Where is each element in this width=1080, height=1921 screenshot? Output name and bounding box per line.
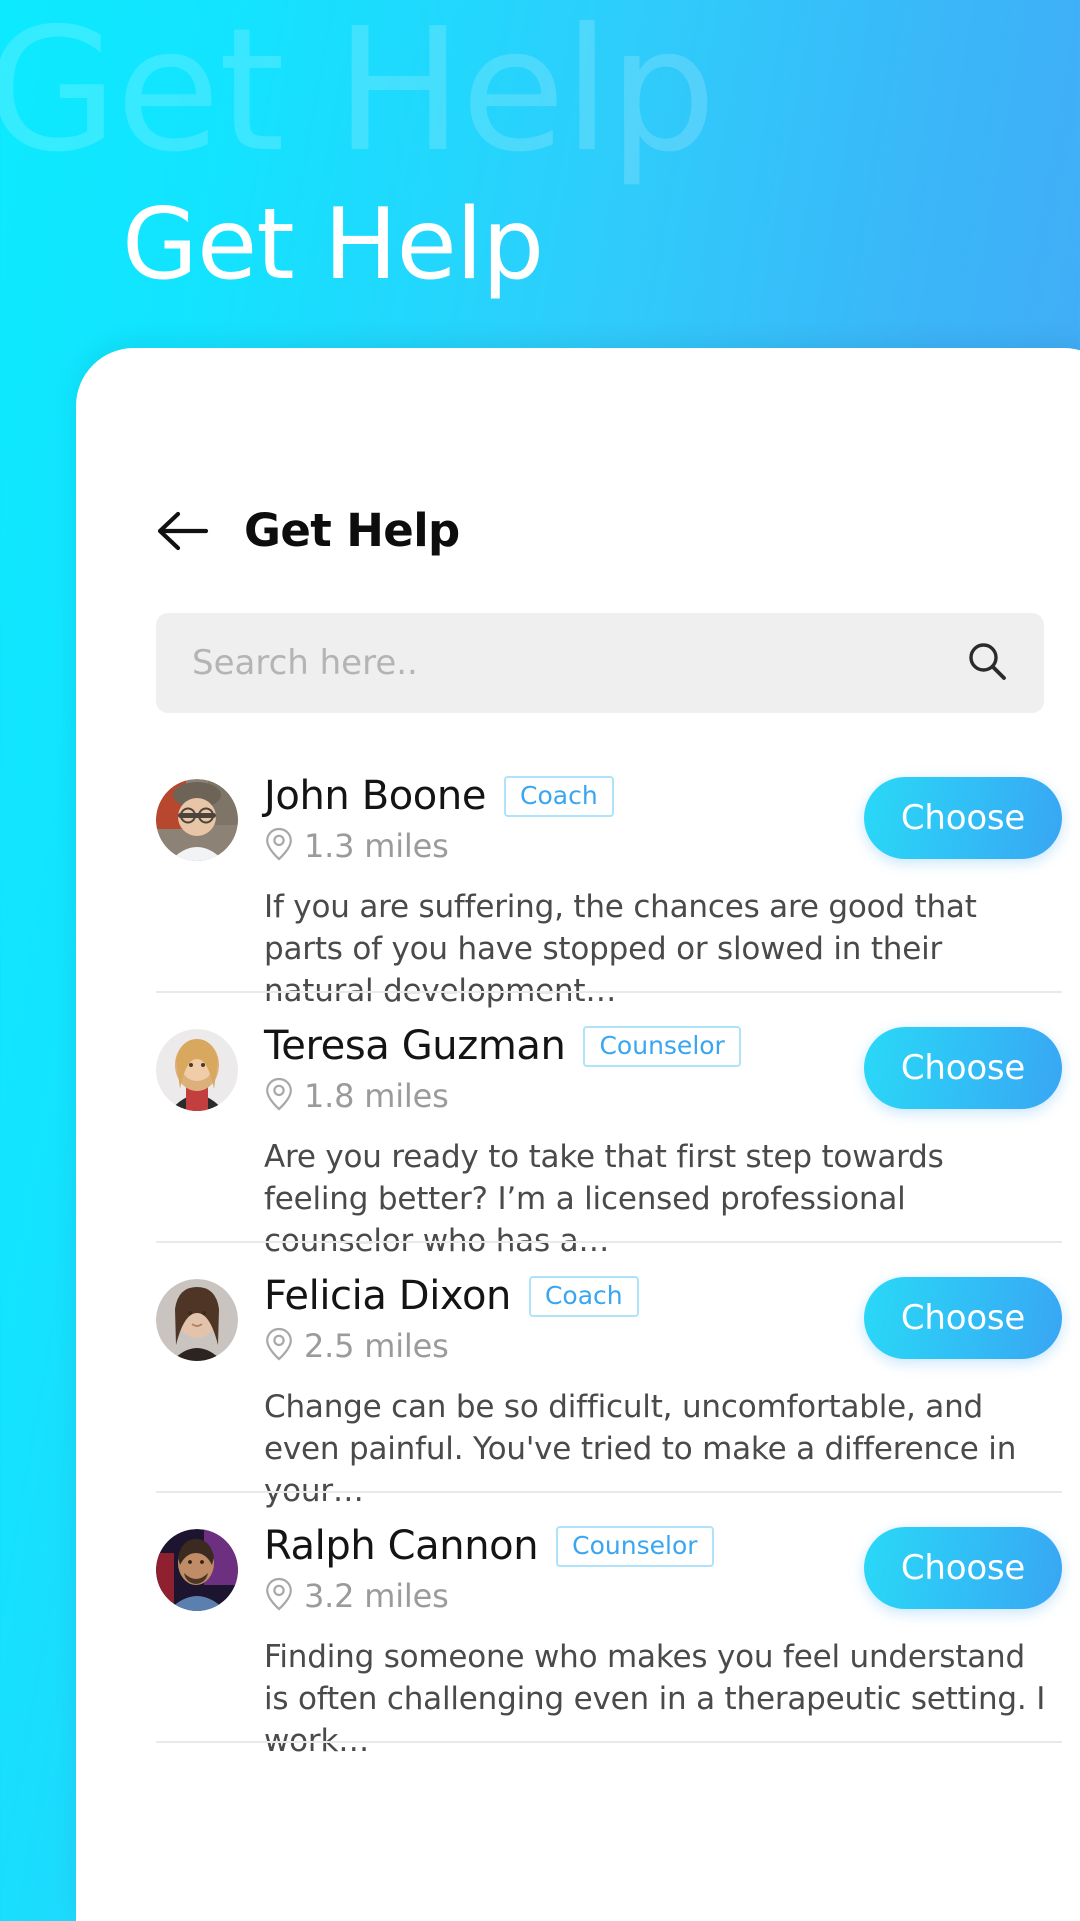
provider-identity: Ralph Cannon Counselor 3.2 miles xyxy=(264,1523,848,1615)
choose-button[interactable]: Choose xyxy=(864,1027,1062,1109)
avatar xyxy=(156,779,238,861)
provider-identity: John Boone Coach 1.3 miles xyxy=(264,773,848,865)
provider-name: Felicia Dixon xyxy=(264,1273,511,1319)
provider-identity: Felicia Dixon Coach 2.5 miles xyxy=(264,1273,848,1365)
status-badge: Coach xyxy=(504,775,614,817)
provider-name: John Boone xyxy=(264,773,487,819)
page-title: Get Help xyxy=(244,504,460,557)
search-input[interactable] xyxy=(192,643,966,683)
back-arrow-icon[interactable] xyxy=(156,510,210,552)
provider-name: Ralph Cannon xyxy=(264,1523,539,1569)
status-badge: Counselor xyxy=(583,1025,741,1067)
provider-identity: Teresa Guzman Counselor 1.8 miles xyxy=(264,1023,848,1115)
avatar xyxy=(156,1029,238,1111)
provider-list: John Boone Coach 1.3 miles Choose If you… xyxy=(76,743,1080,1921)
map-pin-icon xyxy=(264,1077,294,1115)
table-row[interactable]: Teresa Guzman Counselor 1.8 miles Choose… xyxy=(76,993,1080,1259)
map-pin-icon xyxy=(264,1577,294,1615)
table-row[interactable]: John Boone Coach 1.3 miles Choose If you… xyxy=(76,743,1080,1009)
table-row[interactable]: Felicia Dixon Coach 2.5 miles Choose Cha… xyxy=(76,1243,1080,1509)
provider-name: Teresa Guzman xyxy=(264,1023,566,1069)
choose-button[interactable]: Choose xyxy=(864,1527,1062,1609)
choose-button[interactable]: Choose xyxy=(864,1277,1062,1359)
map-pin-icon xyxy=(264,827,294,865)
distance-label: 1.3 miles xyxy=(304,827,449,865)
avatar xyxy=(156,1529,238,1611)
status-badge: Coach xyxy=(528,1275,639,1317)
table-row[interactable]: Ralph Cannon Counselor 3.2 miles Choose … xyxy=(76,1493,1080,1759)
choose-button[interactable]: Choose xyxy=(864,777,1062,859)
status-badge: Counselor xyxy=(556,1525,714,1567)
avatar xyxy=(156,1279,238,1361)
search-icon[interactable] xyxy=(966,640,1008,686)
distance-label: 3.2 miles xyxy=(304,1577,449,1615)
screen-header: Get Help xyxy=(156,508,460,553)
provider-bio: Finding someone who makes you feel under… xyxy=(264,1639,1046,1759)
search-bar[interactable] xyxy=(156,613,1044,713)
hero-title: Get Help xyxy=(122,188,544,302)
hero-ghost-title: Get Help xyxy=(0,0,717,190)
distance-label: 2.5 miles xyxy=(304,1327,449,1365)
distance-label: 1.8 miles xyxy=(304,1077,449,1115)
map-pin-icon xyxy=(264,1327,294,1365)
content-sheet: Get Help Search here.. John Boone Coach … xyxy=(76,348,1080,1921)
